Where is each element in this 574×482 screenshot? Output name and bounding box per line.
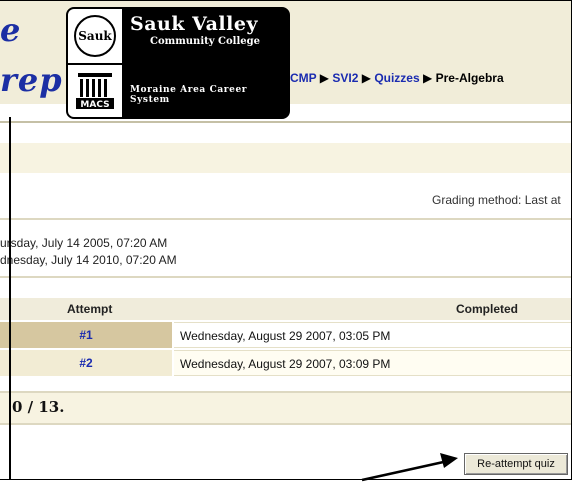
macs-name: Moraine Area Career System <box>130 85 248 105</box>
table-row: #1 Wednesday, August 29 2007, 03:05 PM <box>0 322 571 348</box>
sauk-emblem-text: Sauk <box>78 29 112 43</box>
logo-script-bottom: rep <box>0 61 63 99</box>
breadcrumb-cmp[interactable]: CMP <box>290 71 316 85</box>
attempt-link-2[interactable]: #2 <box>79 356 92 370</box>
breadcrumb-quizzes[interactable]: Quizzes <box>374 71 419 85</box>
page-edge-line <box>9 117 11 479</box>
attempt-link-1[interactable]: #1 <box>79 328 92 342</box>
table-header-row: Attempt Completed <box>0 298 571 320</box>
breadcrumb-svi2[interactable]: SVI2 <box>332 71 358 85</box>
attempt-cell: #1 <box>0 322 172 348</box>
sauk-valley-logo-block: Sauk Sauk Valley Community College <box>68 9 288 63</box>
score-band: 0 / 13. <box>0 391 571 425</box>
completed-cell: Wednesday, August 29 2007, 03:09 PM <box>174 350 571 376</box>
completed-cell: Wednesday, August 29 2007, 03:05 PM <box>174 322 571 348</box>
header-divider <box>0 121 571 123</box>
triangle-right-icon: ▶ <box>319 71 330 85</box>
sauk-valley-subtitle: Community College <box>150 36 260 47</box>
quiz-close-date: dnesday, July 14 2010, 07:20 AM <box>0 253 177 267</box>
attempt-cell: #2 <box>0 350 172 376</box>
college-logo[interactable]: Sauk Sauk Valley Community College MACS … <box>66 7 290 119</box>
grading-method: Grading method: Last at <box>432 193 561 207</box>
divider <box>0 276 571 278</box>
quiz-open-date: ursday, July 14 2005, 07:20 AM <box>0 236 168 250</box>
header-attempt: Attempt <box>67 302 113 316</box>
score-value: 0 / 13. <box>12 398 65 416</box>
screenshot-frame: e rep Sauk Sauk Valley Community College… <box>0 0 572 480</box>
breadcrumb-current: Pre-Algebra <box>435 71 504 85</box>
quiz-title-band <box>0 143 571 173</box>
sauk-valley-title: Sauk Valley <box>130 13 258 35</box>
triangle-right-icon: ▶ <box>423 71 433 85</box>
macs-emblem-text: MACS <box>80 100 109 110</box>
header-completed: Completed <box>456 302 519 316</box>
divider <box>0 218 571 220</box>
reattempt-quiz-button[interactable]: Re-attempt quiz <box>464 453 568 475</box>
breadcrumb: CMP ▶ SVI2 ▶ Quizzes ▶ Pre-Algebra <box>290 71 504 85</box>
logo-script-top: e <box>0 11 22 49</box>
sauk-emblem-icon: Sauk <box>74 15 116 57</box>
triangle-right-icon: ▶ <box>361 71 371 85</box>
table-row: #2 Wednesday, August 29 2007, 03:09 PM <box>0 350 571 376</box>
macs-logo-block: MACS Moraine Area Career System <box>68 65 288 117</box>
macs-building-icon: MACS <box>76 73 114 110</box>
